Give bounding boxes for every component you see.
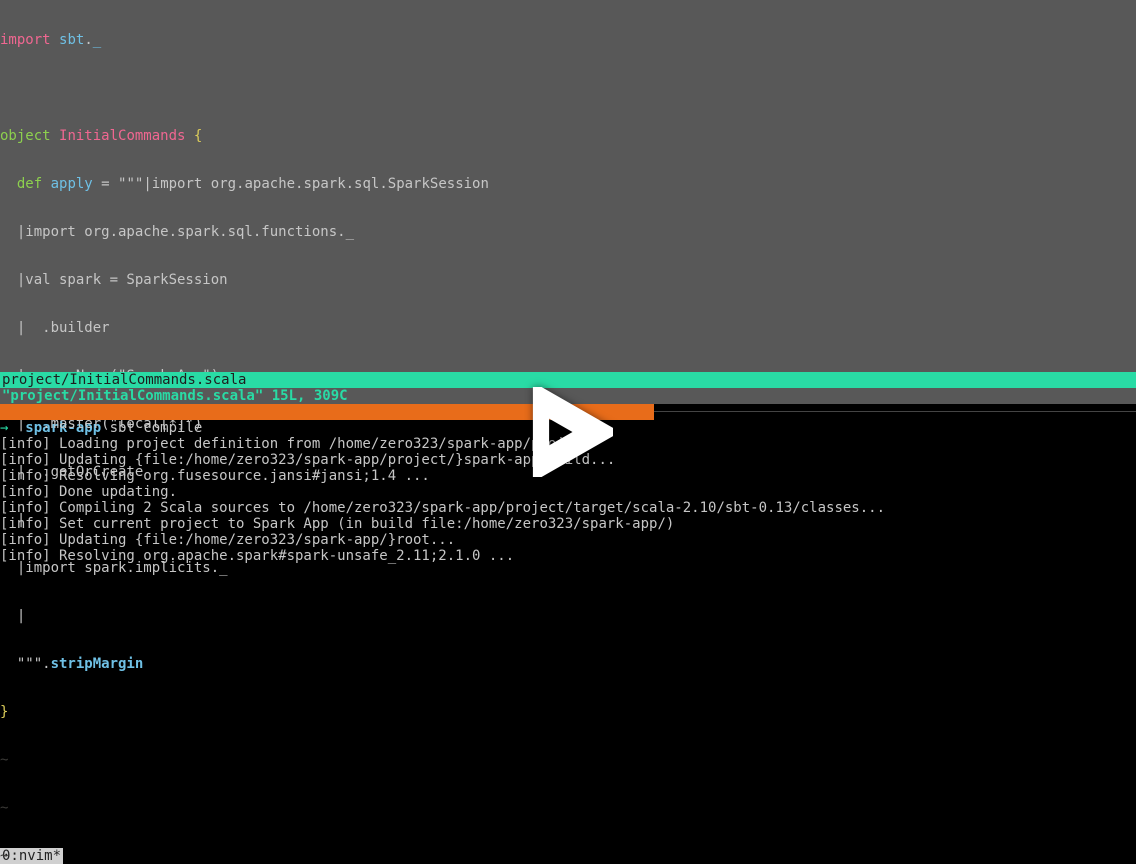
- empty-line-tilde: ~: [0, 752, 1136, 768]
- code-line: def apply = """|import org.apache.spark.…: [0, 176, 1136, 192]
- play-button[interactable]: [523, 387, 613, 477]
- editor-pane[interactable]: import sbt._ object InitialCommands { de…: [0, 0, 1136, 388]
- equals: =: [93, 176, 118, 192]
- code-line: }: [0, 704, 1136, 720]
- empty-line-tilde: ~: [0, 848, 1136, 864]
- dot: .: [84, 32, 92, 48]
- code-line: |val spark = SparkSession: [0, 272, 1136, 288]
- keyword-import: import: [0, 32, 51, 48]
- divider-inactive-segment: [654, 411, 1136, 412]
- code-line: object InitialCommands {: [0, 128, 1136, 144]
- function-name: apply: [51, 176, 93, 192]
- keyword-object: object: [0, 128, 51, 144]
- code-line: |import org.apache.spark.sql.functions._: [0, 224, 1136, 240]
- empty-line-tilde: ~: [0, 800, 1136, 816]
- object-name: InitialCommands: [59, 128, 185, 144]
- code-line: |: [0, 608, 1136, 624]
- open-brace: {: [194, 128, 202, 144]
- vim-status-bar: project/InitialCommands.scala: [0, 372, 1136, 388]
- code-line: """.stripMargin: [0, 656, 1136, 672]
- code-line: [0, 80, 1136, 96]
- close-brace: }: [0, 704, 8, 720]
- underscore: _: [93, 32, 101, 48]
- code-line: |: [0, 512, 1136, 528]
- identifier-sbt: sbt: [59, 32, 84, 48]
- play-icon: [523, 387, 613, 477]
- string-literal: """.: [0, 656, 51, 672]
- code-line: | .builder: [0, 320, 1136, 336]
- string-literal: """|import org.apache.spark.sql.SparkSes…: [118, 176, 489, 192]
- code-line: import sbt._: [0, 32, 1136, 48]
- keyword-def: def: [17, 176, 42, 192]
- screenshot-root: import sbt._ object InitialCommands { de…: [0, 0, 1136, 864]
- status-file-path: project/InitialCommands.scala: [2, 372, 246, 388]
- method-call: stripMargin: [51, 656, 144, 672]
- code-line: |import spark.implicits._: [0, 560, 1136, 576]
